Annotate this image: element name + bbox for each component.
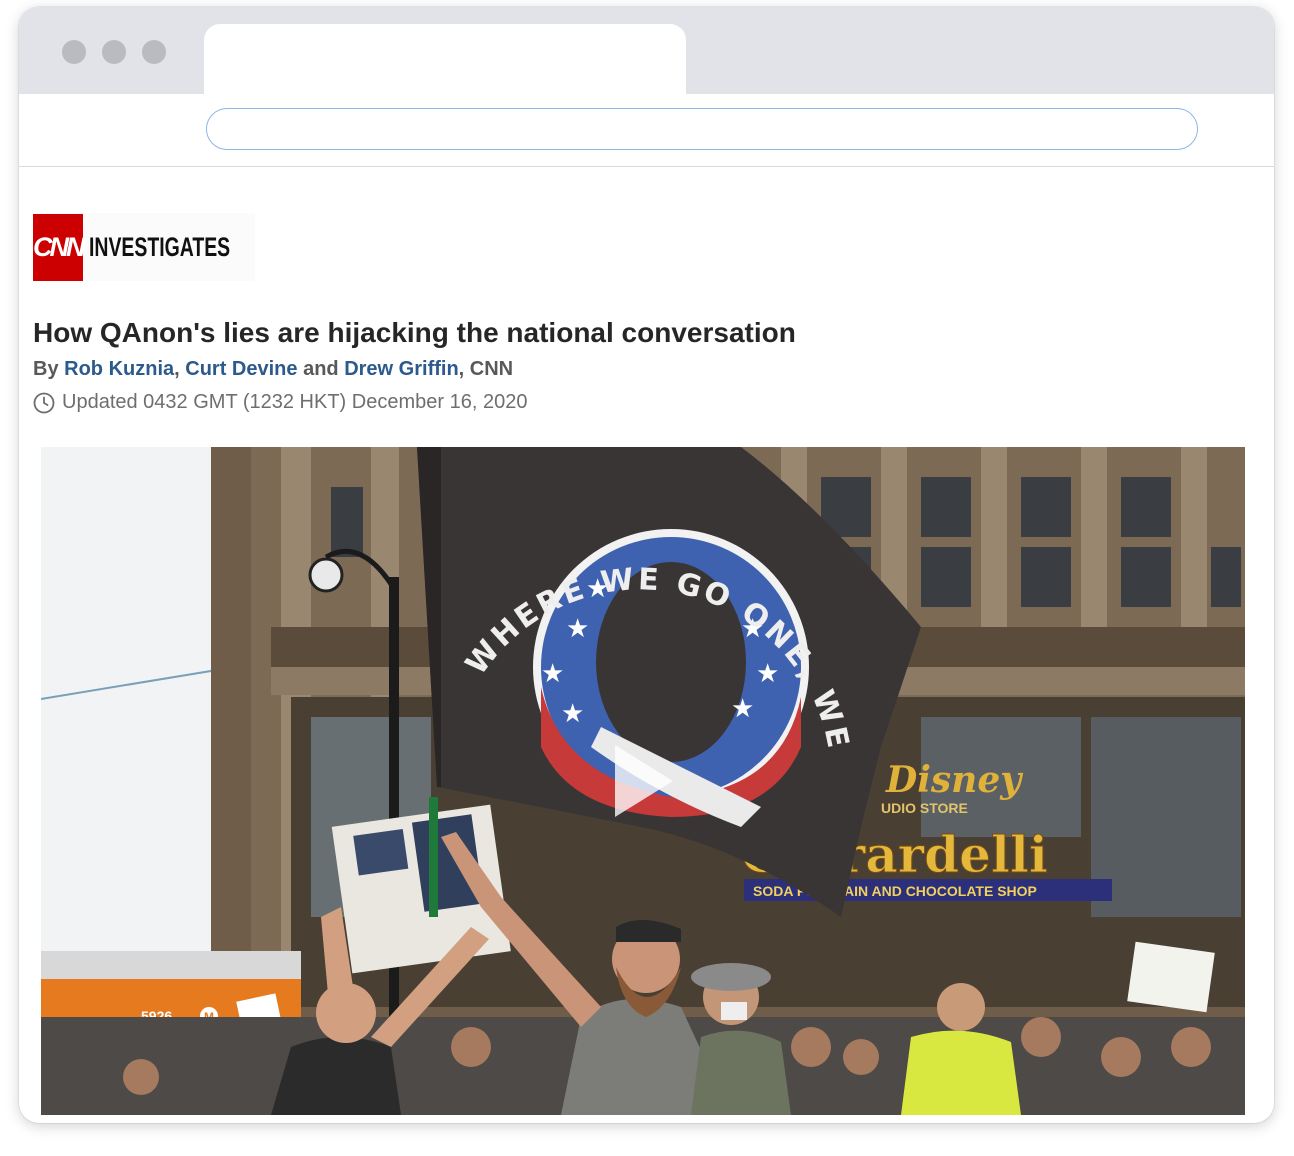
byline-conjunction: and	[303, 358, 339, 380]
author-link-1[interactable]: Rob Kuznia	[64, 358, 174, 380]
video-player[interactable]: Disney UDIO STORE Ghirardelli SODA FOUNT…	[41, 447, 1245, 1115]
svg-text:★: ★	[756, 659, 779, 689]
svg-text:★: ★	[561, 699, 584, 729]
svg-text:★: ★	[566, 614, 589, 644]
svg-text:★: ★	[731, 694, 754, 724]
disney-sign: Disney	[885, 759, 1023, 801]
close-dot-icon[interactable]	[62, 40, 86, 64]
byline-prefix: By	[33, 358, 59, 380]
byline-outlet: , CNN	[458, 358, 514, 380]
page-content: CNN INVESTIGATES How QAnon's lies are hi…	[19, 167, 1274, 1123]
browser-toolbar	[19, 94, 1274, 167]
author-link-2[interactable]: Curt Devine	[185, 358, 297, 380]
article-timestamp: Updated 0432 GMT (1232 HKT) December 16,…	[33, 391, 527, 414]
clock-icon	[33, 392, 55, 413]
article-headline: How QAnon's lies are hijacking the natio…	[33, 317, 796, 348]
minimize-dot-icon[interactable]	[102, 40, 126, 64]
byline-separator: ,	[174, 358, 180, 380]
studio-store-sign: UDIO STORE	[881, 800, 968, 816]
zoom-dot-icon[interactable]	[142, 40, 166, 64]
play-icon[interactable]	[615, 745, 673, 817]
browser-titlebar	[19, 7, 1274, 94]
svg-text:★: ★	[541, 659, 564, 689]
play-button[interactable]	[595, 731, 695, 831]
section-name: INVESTIGATES	[88, 231, 230, 262]
cnn-logo-text: CNN	[33, 231, 85, 262]
browser-tab[interactable]	[204, 24, 686, 94]
cnn-investigates-logo[interactable]: CNN INVESTIGATES	[33, 213, 255, 281]
author-link-3[interactable]: Drew Griffin	[344, 358, 458, 380]
updated-text: Updated 0432 GMT (1232 HKT) December 16,…	[62, 391, 528, 413]
address-bar[interactable]	[206, 108, 1198, 150]
cnn-logo-box: CNN	[33, 213, 85, 281]
article-byline: By Rob Kuznia, Curt Devine and Drew Grif…	[33, 358, 513, 381]
browser-window: CNN INVESTIGATES How QAnon's lies are hi…	[19, 7, 1274, 1123]
